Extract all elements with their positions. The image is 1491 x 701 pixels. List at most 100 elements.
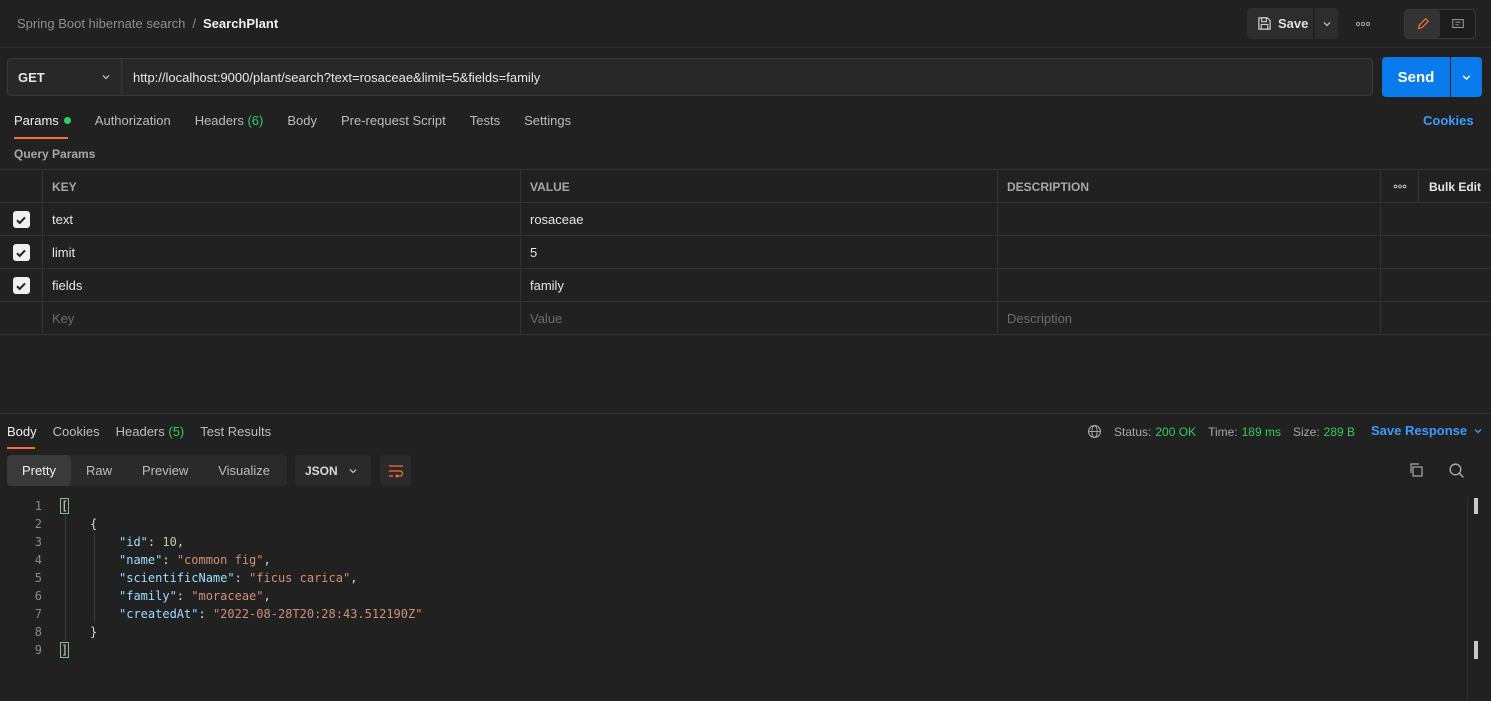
tab-pretty[interactable]: Pretty (7, 455, 71, 486)
table-more-icon[interactable] (1381, 170, 1419, 203)
tab-response-cookies[interactable]: Cookies (53, 424, 100, 439)
tab-authorization[interactable]: Authorization (95, 113, 171, 128)
save-button[interactable]: Save (1247, 8, 1313, 39)
code-text: "scientificName": "ficus carica", (119, 571, 358, 585)
json-value: "moraceae" (191, 589, 264, 603)
line-number: 4 (34, 553, 42, 567)
save-options-button[interactable] (1315, 8, 1338, 39)
method-select[interactable]: GET (7, 58, 122, 96)
save-response-button[interactable]: Save Response (1371, 423, 1483, 438)
send-options-button[interactable] (1451, 57, 1482, 97)
code-line: 1 [ (0, 497, 1467, 515)
checkmark-icon (16, 249, 26, 257)
description-input[interactable]: Description (998, 302, 1381, 335)
scrollbar-marker (1474, 641, 1478, 659)
json-value: "ficus carica" (249, 571, 351, 585)
line-number: 1 (34, 499, 42, 513)
param-key[interactable]: fields (43, 269, 521, 302)
breadcrumb-collection[interactable]: Spring Boot hibernate search (17, 16, 185, 31)
checkmark-icon (16, 216, 26, 224)
param-description[interactable] (998, 236, 1381, 269)
mode-toggle (1404, 9, 1476, 39)
status-value[interactable]: 200 OK (1155, 425, 1196, 439)
size-label: Size: (1292, 424, 1320, 439)
bulk-edit-button[interactable]: Bulk Edit (1419, 170, 1491, 203)
value-input[interactable]: Value (521, 302, 998, 335)
line-number: 3 (34, 535, 42, 549)
tab-body[interactable]: Body (287, 113, 317, 128)
tab-response-body[interactable]: Body (7, 424, 37, 439)
line-number: 9 (34, 643, 42, 657)
tab-label: Settings (524, 113, 572, 128)
param-description[interactable] (998, 269, 1381, 302)
wrap-lines-button[interactable] (380, 455, 411, 486)
send-button-label: Send (1397, 68, 1435, 86)
param-checkbox[interactable] (12, 277, 30, 294)
tab-visualize[interactable]: Visualize (203, 455, 285, 486)
url-input[interactable]: http://localhost:9000/plant/search?text=… (122, 58, 1373, 96)
pencil-icon[interactable] (1405, 10, 1440, 38)
vertical-scrollbar[interactable] (1467, 497, 1491, 701)
param-value[interactable]: 5 (521, 236, 998, 269)
json-key: "name" (119, 553, 163, 567)
scrollbar-marker (1474, 498, 1478, 514)
tab-label: Tests (469, 113, 501, 128)
tab-raw[interactable]: Raw (71, 455, 127, 486)
json-key: "createdAt" (119, 607, 199, 621)
json-comma: , (350, 571, 358, 585)
code-bracket: ] (59, 642, 70, 658)
param-description[interactable] (998, 203, 1381, 236)
chevron-down-icon (1474, 428, 1482, 433)
param-value[interactable]: rosaceae (521, 203, 998, 236)
breadcrumb-request-name[interactable]: SearchPlant (203, 16, 278, 31)
param-key[interactable]: text (43, 203, 521, 236)
pane-divider[interactable] (0, 413, 1491, 414)
response-tabs: Body Cookies Headers (5) Test Results (7, 424, 287, 439)
header-value: VALUE (521, 170, 998, 203)
param-value[interactable]: family (521, 269, 998, 302)
param-checkbox[interactable] (12, 211, 30, 228)
tab-params[interactable]: Params (14, 113, 71, 128)
breadcrumb: Spring Boot hibernate search / SearchPla… (17, 16, 278, 31)
tab-label: Params (14, 113, 59, 128)
line-number: 6 (34, 589, 42, 603)
code-line: 6 "family": "moraceae", (0, 587, 1467, 605)
format-select[interactable]: JSON (295, 455, 371, 486)
time-value[interactable]: 189 ms (1242, 425, 1281, 439)
tab-preview[interactable]: Preview (127, 455, 203, 486)
line-number: 5 (34, 571, 42, 585)
tab-headers[interactable]: Headers (6) (195, 113, 264, 128)
globe-icon[interactable] (1087, 424, 1102, 439)
cookies-link[interactable]: Cookies (1423, 113, 1474, 128)
code-text: "family": "moraceae", (119, 589, 271, 603)
more-options-icon[interactable] (1350, 14, 1376, 34)
search-icon[interactable] (1448, 462, 1465, 482)
size-value[interactable]: 289 B (1324, 425, 1355, 439)
tab-settings[interactable]: Settings (524, 113, 571, 128)
key-input[interactable]: Key (43, 302, 521, 335)
tab-test-results[interactable]: Test Results (200, 424, 271, 439)
table-header-row: KEY VALUE DESCRIPTION Bulk Edit (0, 170, 1491, 203)
table-row: limit 5 (0, 236, 1491, 269)
header-key: KEY (43, 170, 521, 203)
top-bar: Spring Boot hibernate search / SearchPla… (0, 0, 1491, 48)
line-number: 7 (34, 607, 42, 621)
param-key[interactable]: limit (43, 236, 521, 269)
code-line: 4 "name": "common fig", (0, 551, 1467, 569)
code-line: 7 "createdAt": "2022-08-28T20:28:43.5121… (0, 605, 1467, 623)
tab-response-headers[interactable]: Headers (5) (116, 424, 185, 439)
send-button[interactable]: Send (1382, 57, 1450, 97)
table-row: fields family (0, 269, 1491, 302)
param-checkbox[interactable] (12, 244, 30, 261)
tab-label: Authorization (94, 113, 171, 128)
response-body-viewer[interactable]: 1 [ 2 { 3 "id": 10, 4 "name": "common fi… (0, 497, 1467, 701)
code-text: } (90, 625, 97, 639)
chevron-down-icon (102, 75, 110, 80)
tab-pre-request-script[interactable]: Pre-request Script (341, 113, 446, 128)
code-text: ] (59, 642, 70, 658)
header-checkbox-cell (0, 170, 43, 203)
tab-tests[interactable]: Tests (470, 113, 500, 128)
copy-icon[interactable] (1408, 462, 1424, 481)
comment-icon[interactable] (1440, 10, 1475, 38)
chevron-down-icon (349, 468, 357, 473)
